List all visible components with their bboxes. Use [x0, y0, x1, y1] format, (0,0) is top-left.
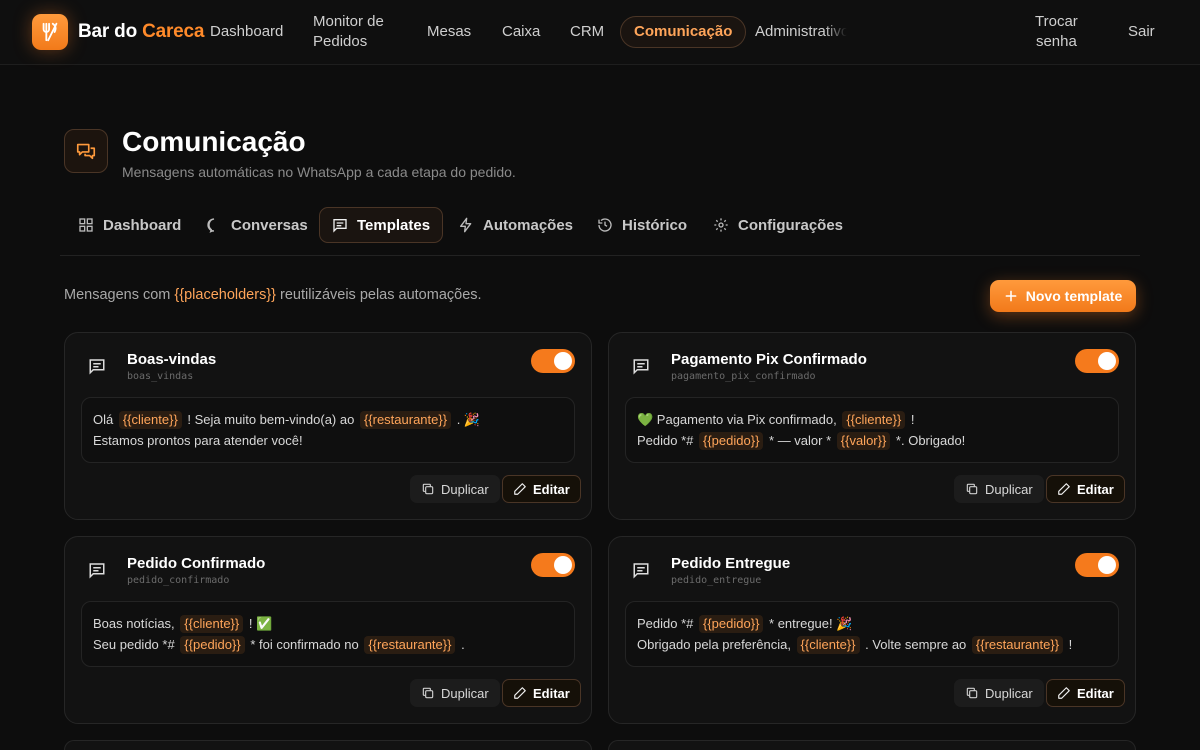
plus-icon	[1005, 290, 1017, 302]
template-title: Pedido Entregue	[671, 555, 791, 572]
nav-crm[interactable]: CRM	[570, 22, 604, 42]
tab-historico[interactable]: Histórico	[585, 207, 699, 243]
logout-link[interactable]: Sair	[1128, 22, 1155, 42]
pencil-icon	[514, 483, 526, 495]
template-card-partial	[608, 740, 1136, 750]
template-slug: pedido_confirmado	[127, 575, 230, 586]
template-card-pedido-entregue: Pedido Entregue pedido_entregue Pedido *…	[608, 536, 1136, 724]
page-subtitle: Mensagens automáticas no WhatsApp a cada…	[122, 164, 516, 180]
pencil-icon	[514, 687, 526, 699]
template-slug: pedido_entregue	[671, 575, 762, 586]
tab-configuracoes[interactable]: Configurações	[701, 207, 855, 243]
message-square-icon	[333, 219, 347, 233]
history-icon	[598, 218, 612, 232]
template-enabled-toggle[interactable]	[531, 349, 575, 373]
nav-mesas[interactable]: Mesas	[427, 22, 471, 42]
brand-name[interactable]: Bar do Careca	[78, 21, 204, 43]
edit-button[interactable]: Editar	[1046, 475, 1125, 503]
tabs-divider	[60, 255, 1140, 256]
duplicate-button[interactable]: Duplicar	[410, 475, 500, 503]
utensils-icon	[42, 22, 58, 42]
template-message-preview: Pedido *# {{pedido}} * entregue! 🎉 Obrig…	[625, 601, 1119, 667]
nav-caixa[interactable]: Caixa	[502, 22, 540, 42]
lightning-icon	[460, 217, 472, 233]
template-enabled-toggle[interactable]	[531, 553, 575, 577]
tab-dashboard[interactable]: Dashboard	[66, 207, 193, 243]
grid-icon	[79, 218, 93, 232]
nav-monitor-pedidos[interactable]: Monitor de Pedidos	[313, 12, 384, 52]
nav-comunicacao[interactable]: Comunicação	[620, 16, 747, 48]
top-navbar: Bar do Careca Dashboard Monitor de Pedido…	[0, 0, 1200, 65]
template-message-preview: 💚 Pagamento via Pix confirmado, {{client…	[625, 397, 1119, 463]
copy-icon	[966, 687, 978, 699]
tab-conversas[interactable]: Conversas	[194, 207, 320, 243]
pencil-icon	[1058, 687, 1070, 699]
gear-icon	[714, 218, 728, 232]
template-card-partial	[64, 740, 592, 750]
duplicate-button[interactable]: Duplicar	[954, 475, 1044, 503]
page-title: Comunicação	[122, 126, 306, 157]
copy-icon	[422, 483, 434, 495]
new-template-button[interactable]: Novo template	[990, 280, 1136, 312]
nav-administrativo[interactable]: Administrativo	[755, 22, 847, 42]
duplicate-button[interactable]: Duplicar	[954, 679, 1044, 707]
template-enabled-toggle[interactable]	[1075, 349, 1119, 373]
edit-button[interactable]: Editar	[502, 679, 581, 707]
chat-bubble-icon	[207, 218, 215, 233]
message-square-icon	[633, 359, 649, 375]
message-square-icon	[89, 359, 105, 375]
template-message-preview: Boas notícias, {{cliente}} ! ✅ Seu pedid…	[81, 601, 575, 667]
template-card-pagamento-pix: Pagamento Pix Confirmado pagamento_pix_c…	[608, 332, 1136, 520]
copy-icon	[966, 483, 978, 495]
change-password-link[interactable]: Trocar senha	[1035, 12, 1078, 52]
templates-description: Mensagens com {{placeholders}} reutilizá…	[64, 287, 482, 303]
template-title: Boas-vindas	[127, 351, 217, 368]
tab-automacoes[interactable]: Automações	[446, 207, 585, 243]
nav-dashboard[interactable]: Dashboard	[210, 22, 283, 42]
message-square-icon	[633, 563, 649, 579]
template-title: Pagamento Pix Confirmado	[671, 351, 867, 368]
edit-button[interactable]: Editar	[502, 475, 581, 503]
template-title: Pedido Confirmado	[127, 555, 266, 572]
template-slug: pagamento_pix_confirmado	[671, 371, 816, 382]
template-card-pedido-confirmado: Pedido Confirmado pedido_confirmado Boas…	[64, 536, 592, 724]
message-square-icon	[89, 563, 105, 579]
pencil-icon	[1058, 483, 1070, 495]
duplicate-button[interactable]: Duplicar	[410, 679, 500, 707]
template-message-preview: Olá {{cliente}} ! Seja muito bem-vindo(a…	[81, 397, 575, 463]
template-slug: boas_vindas	[127, 371, 194, 382]
edit-button[interactable]: Editar	[1046, 679, 1125, 707]
template-card-boas-vindas: Boas-vindas boas_vindas Olá {{cliente}} …	[64, 332, 592, 520]
chat-icon	[64, 129, 108, 173]
tab-templates[interactable]: Templates	[319, 207, 444, 243]
template-enabled-toggle[interactable]	[1075, 553, 1119, 577]
copy-icon	[422, 687, 434, 699]
logo[interactable]	[32, 14, 68, 50]
